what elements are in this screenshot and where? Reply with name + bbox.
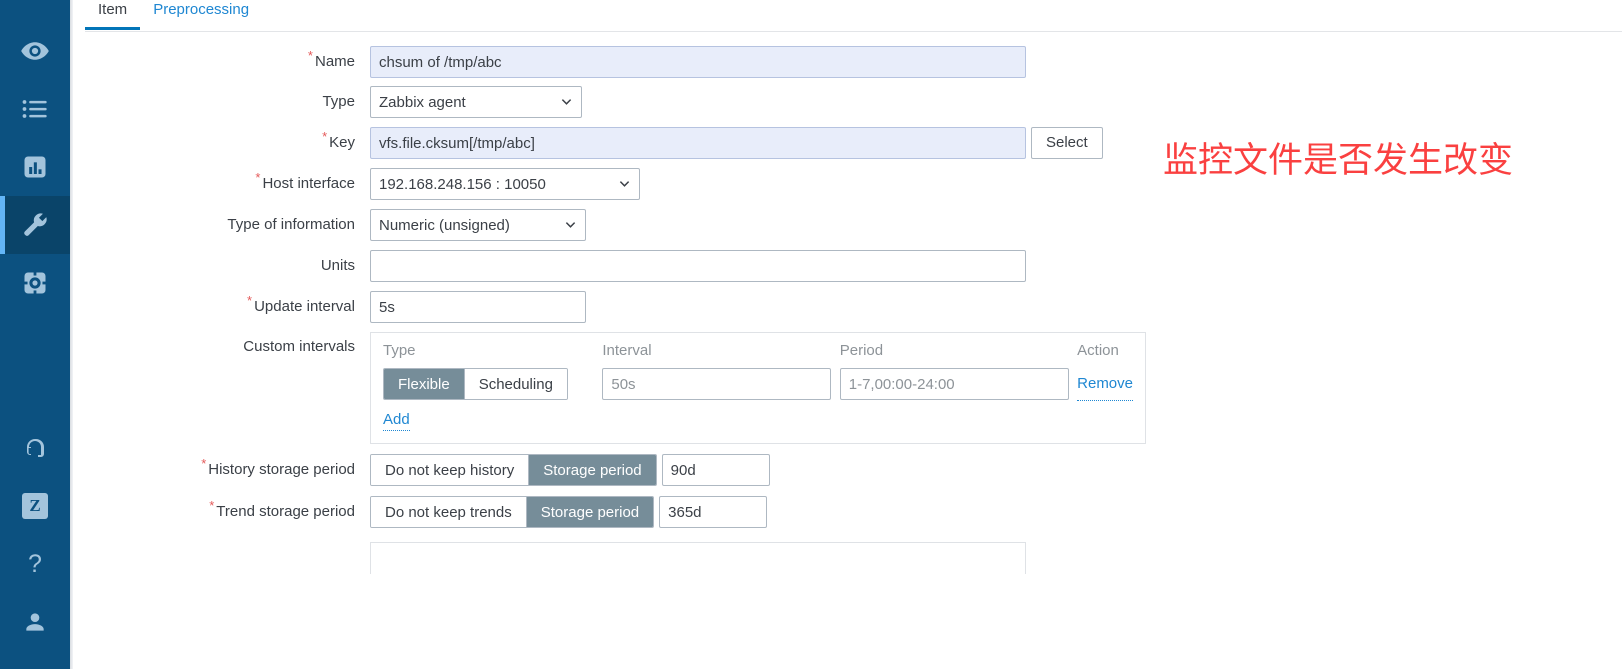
interval-type-scheduling[interactable]: Scheduling <box>463 369 567 399</box>
type-of-information-label: Type of information <box>227 216 355 233</box>
required-marker: * <box>209 498 215 513</box>
trend-storage-period-label: * Trend storage period <box>209 498 355 520</box>
history-storage-period-label: * History storage period <box>201 456 355 478</box>
column-header-type: Type <box>383 342 416 359</box>
list-icon <box>21 95 49 123</box>
update-interval-input[interactable] <box>370 291 586 323</box>
custom-intervals-table: Type Interval Period Action Flexible Sch… <box>383 342 1133 401</box>
content-gutter <box>73 0 85 669</box>
sidebar-bottom-group: Z ? <box>0 419 70 669</box>
cell-interval-value <box>602 368 839 401</box>
sidebar-item-configuration[interactable] <box>0 196 70 254</box>
content-panel: Item Preprocessing *Name Type Zabbix age… <box>85 0 1622 669</box>
headset-icon <box>23 436 47 460</box>
form-row-type: Type Zabbix agent <box>85 86 1622 118</box>
cell-interval-type: Flexible Scheduling <box>383 368 602 401</box>
trend-storage-period-option[interactable]: Storage period <box>525 497 654 527</box>
host-interface-select-value: 192.168.248.156 : 10050 <box>379 175 546 193</box>
z-badge-icon: Z <box>22 493 48 519</box>
column-header-action: Action <box>1077 342 1119 359</box>
form-row-next-partial <box>85 542 1622 574</box>
type-of-information-select[interactable]: Numeric (unsigned) <box>370 209 586 241</box>
units-input[interactable] <box>370 250 1026 282</box>
wrench-icon <box>21 211 49 239</box>
required-marker: * <box>201 456 207 471</box>
tab-preprocessing[interactable]: Preprocessing <box>140 0 262 29</box>
table-row: Flexible Scheduling 50s 1-7,00:00-24:00 … <box>383 368 1133 401</box>
key-select-button[interactable]: Select <box>1031 127 1103 159</box>
custom-intervals-header-row: Type Interval Period Action <box>383 342 1133 368</box>
host-interface-select[interactable]: 192.168.248.156 : 10050 <box>370 168 640 200</box>
period-input[interactable] <box>839 368 1069 400</box>
sidebar-item-reports[interactable] <box>0 138 70 196</box>
required-marker: * <box>255 170 261 185</box>
chevron-down-icon <box>565 222 576 228</box>
name-label: * Name <box>307 48 355 70</box>
cell-period-value <box>839 368 1077 401</box>
type-select-value: Zabbix agent <box>379 93 466 111</box>
annotation-note: 监控文件是否发生改变 <box>1163 141 1514 181</box>
person-icon <box>22 609 48 635</box>
form-row-history-storage-period: * History storage period Do not keep hist… <box>85 454 1622 486</box>
sidebar-item-administration[interactable] <box>0 254 70 312</box>
required-marker: * <box>247 293 253 308</box>
history-storage-period-option[interactable]: Storage period <box>528 455 656 485</box>
sidebar-item-monitoring[interactable] <box>0 22 70 80</box>
cell-action: Remove <box>1077 368 1133 401</box>
interval-type-flexible[interactable]: Flexible <box>384 369 464 399</box>
zabbix-item-config-page: Z ? Item Preprocessing * Name chsum of /… <box>0 0 1622 669</box>
remove-interval-link[interactable]: Remove <box>1077 368 1133 401</box>
gear-icon <box>21 269 49 297</box>
interval-input[interactable] <box>602 368 832 400</box>
update-interval-label: * Update interval <box>247 293 355 315</box>
history-storage-period-toggle[interactable]: Do not keep history Storage period <box>370 454 657 486</box>
form-row-update-interval: * Update interval <box>85 291 1622 323</box>
custom-intervals-box: Type Interval Period Action Flexible Sch… <box>370 332 1146 444</box>
sidebar-top-group <box>0 0 70 312</box>
key-label: * Key <box>322 129 355 151</box>
name-input[interactable] <box>370 46 1026 78</box>
form-row-type-of-information: Type of information Numeric (unsigned) <box>85 209 1622 241</box>
host-interface-label: * Host interface <box>255 170 355 192</box>
sidebar-item-zabbix[interactable]: Z <box>0 477 70 535</box>
column-header-period: Period <box>839 342 884 359</box>
bar-chart-icon <box>21 153 49 181</box>
key-input[interactable] <box>370 127 1026 159</box>
item-form: *Name Type Zabbix agent *Key <box>85 32 1622 582</box>
form-row-custom-intervals: Custom intervals Type Interval Period Ac… <box>85 332 1622 444</box>
form-row-trend-storage-period: * Trend storage period Do not keep trends… <box>85 496 1622 528</box>
type-label: Type <box>322 93 355 110</box>
required-marker: * <box>322 129 328 144</box>
chevron-down-icon <box>619 181 630 187</box>
sidebar-item-help[interactable]: ? <box>0 535 70 593</box>
history-storage-period-input[interactable] <box>661 454 770 486</box>
sidebar-item-support[interactable] <box>0 419 70 477</box>
next-field-input-partial[interactable] <box>370 542 1026 574</box>
tab-item[interactable]: Item <box>85 0 141 31</box>
history-do-not-keep-option[interactable]: Do not keep history <box>371 455 529 485</box>
column-header-interval: Interval <box>602 342 652 359</box>
form-row-name: * Name <box>85 46 1622 78</box>
type-select[interactable]: Zabbix agent <box>370 86 582 118</box>
required-marker: * <box>307 48 313 63</box>
chevron-down-icon <box>561 99 572 105</box>
item-form-tabs: Item Preprocessing <box>85 0 1622 32</box>
question-mark-icon: ? <box>28 549 42 578</box>
sidebar-item-inventory[interactable] <box>0 80 70 138</box>
trend-storage-period-input[interactable] <box>659 496 768 528</box>
trend-storage-period-toggle[interactable]: Do not keep trends Storage period <box>370 496 655 528</box>
interval-type-toggle[interactable]: Flexible Scheduling <box>383 368 568 400</box>
eye-icon <box>20 36 50 66</box>
type-of-information-select-value: Numeric (unsigned) <box>379 216 510 234</box>
form-row-units: Units <box>85 250 1622 282</box>
main-sidebar: Z ? <box>0 0 70 669</box>
custom-intervals-label: Custom intervals <box>243 338 355 355</box>
sidebar-item-user[interactable] <box>0 593 70 651</box>
trend-do-not-keep-option[interactable]: Do not keep trends <box>371 497 526 527</box>
units-label: Units <box>320 257 355 274</box>
add-interval-link[interactable]: Add <box>383 410 410 431</box>
